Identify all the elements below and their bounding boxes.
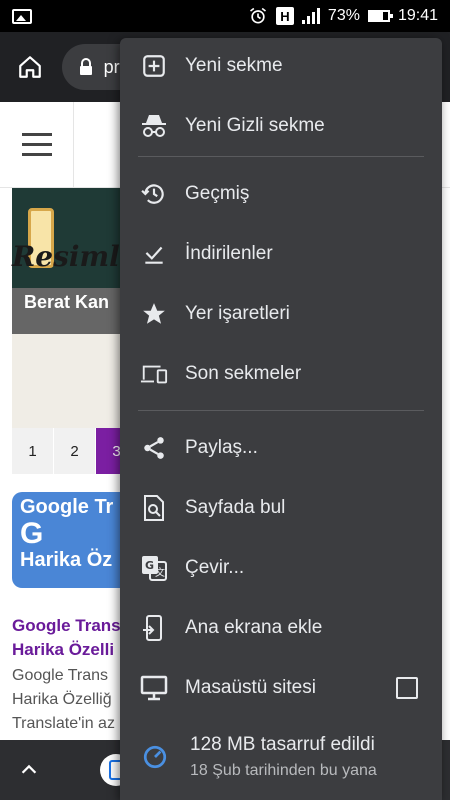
article-title-line-2: Harika Özelli [12,640,115,659]
excerpt-line-3: Translate'in az [12,715,115,732]
menu-item-label: Paylaş... [185,437,258,458]
excerpt-line-1: Google Trans [12,667,109,684]
page-1-button[interactable]: 1 [12,428,54,474]
alarm-icon [248,6,268,26]
url-text: pr [103,56,120,77]
article-title-line-1: Google Trans [12,616,121,635]
battery-percent: 73% [327,7,360,24]
data-saver-gauge-icon [142,744,168,770]
excerpt-line-2: Harika Özelliğ [12,691,112,708]
translate-icon: G文 [140,554,168,582]
h-network-badge: H [275,7,294,25]
menu-item-label: Sayfada bul [185,497,286,518]
menu-divider [138,410,424,411]
menu-item-add-to-home[interactable]: Ana ekrana ekle [120,600,442,656]
lock-icon [79,58,92,75]
add-to-home-icon [140,614,168,642]
image-notification-icon [12,8,32,24]
menu-item-label: Çevir... [185,557,245,578]
savings-subtitle: 18 Şub tarihinden bu yana [190,762,377,779]
menu-item-history[interactable]: Geçmiş [120,166,442,222]
menu-item-label: Masaüstü sitesi [185,677,316,698]
chevron-up-icon[interactable] [18,759,40,781]
menu-item-find-in-page[interactable]: Sayfada bul [120,480,442,536]
menu-item-label: Yeni sekme [185,55,283,76]
page-2-button[interactable]: 2 [54,428,96,474]
article-title-link[interactable]: Google Trans Harika Özelli [12,614,122,662]
menu-item-translate[interactable]: G文 Çevir... [120,540,442,596]
thumb-text-2: G [20,517,44,550]
overflow-menu: Yeni sekme Yeni Gizli sekme Geçmiş İndir… [120,38,442,800]
banner-title: Resimli [12,240,131,273]
clock: 19:41 [397,7,438,24]
menu-item-label: Ana ekrana ekle [185,617,323,638]
menu-item-downloads[interactable]: İndirilenler [120,226,442,282]
desktop-site-checkbox[interactable] [396,677,418,699]
svg-text:G: G [145,559,154,572]
banner-caption: Berat Kan [12,288,132,334]
home-icon [18,56,41,78]
devices-icon [140,360,168,388]
menu-item-label: İndirilenler [185,243,273,264]
star-icon [140,300,168,328]
menu-item-label: Yer işaretleri [185,303,290,324]
thumb-text-3: Harika Öz [20,549,113,571]
menu-item-label: Geçmiş [185,183,250,204]
menu-item-new-tab[interactable]: Yeni sekme [120,38,442,94]
history-icon [140,180,168,208]
menu-item-label: Yeni Gizli sekme [185,115,325,136]
menu-item-bookmarks[interactable]: Yer işaretleri [120,286,442,342]
savings-title: 128 MB tasarruf edildi [190,734,375,755]
share-icon [140,434,168,462]
menu-item-label: Son sekmeler [185,363,302,384]
menu-item-share[interactable]: Paylaş... [120,420,442,476]
article-thumbnail[interactable]: Google Tr G Harika Öz [12,492,132,588]
desktop-icon [140,674,168,702]
downloads-icon [140,240,168,268]
thumb-text-1: Google Tr [20,496,114,518]
article-excerpt: Google Trans Harika Özelliğ Translate'in… [12,664,122,736]
battery-icon [367,10,393,22]
signal-icon [301,8,320,24]
hamburger-menu-button[interactable] [0,101,74,188]
menu-item-recent-tabs[interactable]: Son sekmeler [120,346,442,402]
menu-divider [138,156,424,157]
new-tab-icon [140,52,168,80]
svg-text:文: 文 [155,566,165,579]
menu-item-incognito[interactable]: Yeni Gizli sekme [120,98,442,154]
status-bar: H 73% 19:41 [0,0,450,32]
find-in-page-icon [140,494,168,522]
home-button[interactable] [12,49,48,85]
menu-item-desktop-site[interactable]: Masaüstü sitesi [120,660,442,716]
incognito-icon [140,112,168,140]
data-savings-item[interactable]: 128 MB tasarruf edildi 18 Şub tarihinden… [120,728,442,788]
